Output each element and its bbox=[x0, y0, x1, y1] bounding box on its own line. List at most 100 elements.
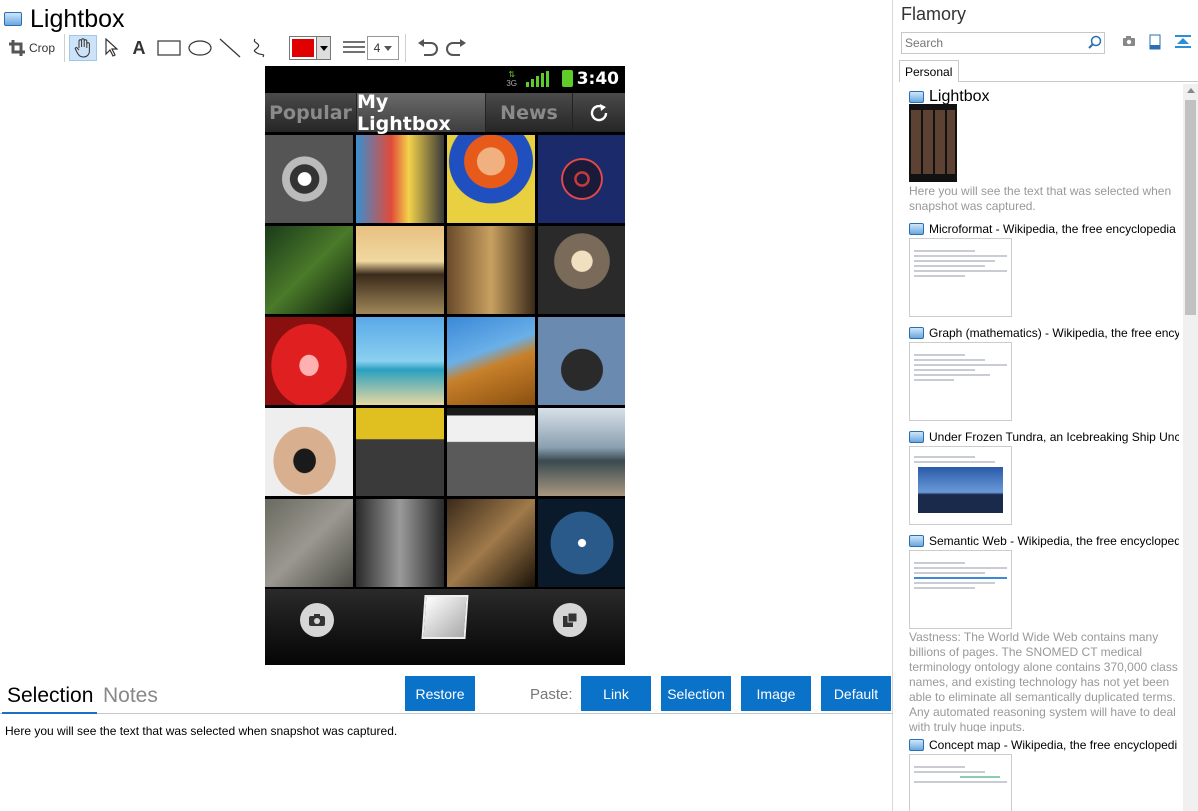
chevron-down-icon bbox=[384, 45, 393, 51]
line-width-icon bbox=[343, 41, 365, 53]
line-width-icon-button[interactable] bbox=[341, 35, 367, 61]
app-window: Lightbox Crop A 4 ⇅ 3G 3:40 Popular My L… bbox=[0, 0, 1198, 811]
snapshot-thumbnail[interactable] bbox=[909, 446, 1012, 525]
photo-thumbnail bbox=[447, 408, 535, 496]
photo-thumbnail bbox=[447, 135, 535, 223]
active-tab-indicator bbox=[2, 712, 97, 714]
text-tool-icon: A bbox=[132, 37, 146, 58]
tab-notes[interactable]: Notes bbox=[103, 684, 158, 708]
flamory-item-icon bbox=[909, 535, 924, 547]
snapshot-thumbnail[interactable] bbox=[909, 754, 1012, 811]
paste-selection-button[interactable]: Selection bbox=[661, 676, 731, 711]
select-tool-button[interactable] bbox=[97, 35, 125, 61]
snapshot-item[interactable]: Semantic Web - Wikipedia, the free encyc… bbox=[909, 534, 1179, 548]
scrollbar-thumb[interactable] bbox=[1185, 100, 1196, 315]
freehand-tool-button[interactable] bbox=[245, 35, 275, 61]
phone-refresh-button bbox=[572, 93, 625, 132]
refresh-icon bbox=[590, 103, 608, 121]
tab-selection[interactable]: Selection bbox=[7, 684, 93, 708]
photo-thumbnail bbox=[265, 317, 353, 405]
snapshot-thumbnail[interactable] bbox=[909, 238, 1012, 317]
photo-thumbnail bbox=[265, 408, 353, 496]
photo-thumbnail bbox=[538, 317, 625, 405]
flamory-item-icon bbox=[909, 431, 924, 443]
paste-default-button[interactable]: Default bbox=[821, 676, 891, 711]
photo-thumbnail bbox=[265, 135, 353, 223]
photo-thumbnail bbox=[356, 408, 444, 496]
snapshot-title: Microformat - Wikipedia, the free encycl… bbox=[929, 222, 1176, 236]
undo-icon bbox=[418, 39, 438, 56]
chevron-down-icon bbox=[319, 45, 328, 51]
scroll-up-icon[interactable] bbox=[1187, 88, 1195, 93]
camera-icon[interactable] bbox=[1122, 34, 1136, 48]
redo-icon bbox=[446, 39, 466, 56]
main-panel: Lightbox Crop A 4 ⇅ 3G 3:40 Popular My L… bbox=[0, 0, 893, 811]
tab-personal[interactable]: Personal bbox=[899, 60, 959, 82]
photo-thumbnail bbox=[265, 226, 353, 314]
phone-gallery-button bbox=[553, 603, 587, 637]
redo-button[interactable] bbox=[442, 35, 472, 61]
signal-icon bbox=[526, 71, 549, 87]
paste-link-button[interactable]: Link bbox=[581, 676, 651, 711]
line-width-select[interactable]: 4 bbox=[367, 36, 399, 60]
color-picker[interactable] bbox=[289, 35, 331, 61]
photo-thumbnail bbox=[265, 499, 353, 587]
photo-thumbnail bbox=[447, 317, 535, 405]
phone-clock: 3:40 bbox=[576, 69, 619, 89]
flamory-title: Flamory bbox=[901, 4, 967, 24]
crop-label: Crop bbox=[28, 41, 55, 55]
crop-button[interactable]: Crop bbox=[4, 35, 60, 61]
snapshot-title: Concept map - Wikipedia, the free encycl… bbox=[929, 738, 1178, 752]
flamory-app-icon bbox=[4, 12, 22, 26]
phone-tab-news: News bbox=[500, 101, 558, 124]
snapshot-title: Semantic Web - Wikipedia, the free encyc… bbox=[929, 534, 1179, 548]
snapshot-item[interactable]: Microformat - Wikipedia, the free encycl… bbox=[909, 222, 1179, 236]
network-label: 3G bbox=[506, 79, 517, 88]
undo-button[interactable] bbox=[412, 35, 442, 61]
snapshot-title: Under Frozen Tundra, an Icebreaking Ship… bbox=[929, 430, 1179, 444]
flamory-item-icon bbox=[909, 327, 924, 339]
snapshot-item[interactable]: Concept map - Wikipedia, the free encycl… bbox=[909, 738, 1179, 752]
toolbar: Crop A 4 bbox=[4, 34, 472, 62]
battery-icon bbox=[562, 70, 573, 87]
photo-thumbnail bbox=[356, 317, 444, 405]
snapshot-thumbnail[interactable] bbox=[909, 104, 957, 182]
flamory-item-icon bbox=[909, 739, 924, 751]
text-tool-button[interactable]: A bbox=[125, 35, 153, 61]
search-input[interactable] bbox=[901, 32, 1105, 54]
hand-tool-button[interactable] bbox=[69, 35, 97, 61]
flamory-panel: Flamory Personal Lightbox Here you will … bbox=[894, 0, 1198, 811]
restore-button[interactable]: Restore bbox=[405, 676, 475, 711]
freehand-icon bbox=[253, 38, 265, 58]
title-bar: Lightbox bbox=[4, 4, 125, 34]
photo-thumbnail bbox=[447, 499, 535, 587]
snapshot-note: Here you will see the text that was sele… bbox=[909, 184, 1172, 213]
collapse-icon[interactable] bbox=[1175, 34, 1191, 50]
photo-grid bbox=[265, 135, 625, 589]
line-width-value: 4 bbox=[373, 41, 381, 55]
lightbox-cube-icon bbox=[421, 595, 469, 639]
document-icon[interactable] bbox=[1149, 34, 1161, 50]
photo-thumbnail bbox=[538, 499, 625, 587]
ellipse-tool-button[interactable] bbox=[185, 35, 215, 61]
ellipse-icon bbox=[188, 40, 212, 56]
phone-status-bar: ⇅ 3G 3:40 bbox=[265, 66, 625, 93]
camera-icon bbox=[309, 614, 325, 626]
gallery-icon bbox=[563, 612, 578, 627]
snapshot-thumbnail[interactable] bbox=[909, 342, 1012, 421]
search-icon[interactable] bbox=[1088, 35, 1102, 49]
snapshot-item[interactable]: Under Frozen Tundra, an Icebreaking Ship… bbox=[909, 430, 1179, 444]
paste-label: Paste: bbox=[530, 686, 573, 703]
rectangle-tool-button[interactable] bbox=[153, 35, 185, 61]
line-tool-button[interactable] bbox=[215, 35, 245, 61]
phone-bottom-bar bbox=[265, 589, 625, 665]
photo-thumbnail bbox=[356, 226, 444, 314]
color-swatch bbox=[290, 37, 316, 59]
flamory-item-icon bbox=[909, 223, 924, 235]
paste-image-button[interactable]: Image bbox=[741, 676, 811, 711]
toolbar-separator bbox=[64, 34, 65, 62]
snapshot-thumbnail[interactable] bbox=[909, 550, 1012, 629]
snapshot-item[interactable]: Graph (mathematics) - Wikipedia, the fre… bbox=[909, 326, 1179, 340]
snapshot-title: Graph (mathematics) - Wikipedia, the fre… bbox=[929, 326, 1179, 340]
photo-thumbnail bbox=[356, 135, 444, 223]
